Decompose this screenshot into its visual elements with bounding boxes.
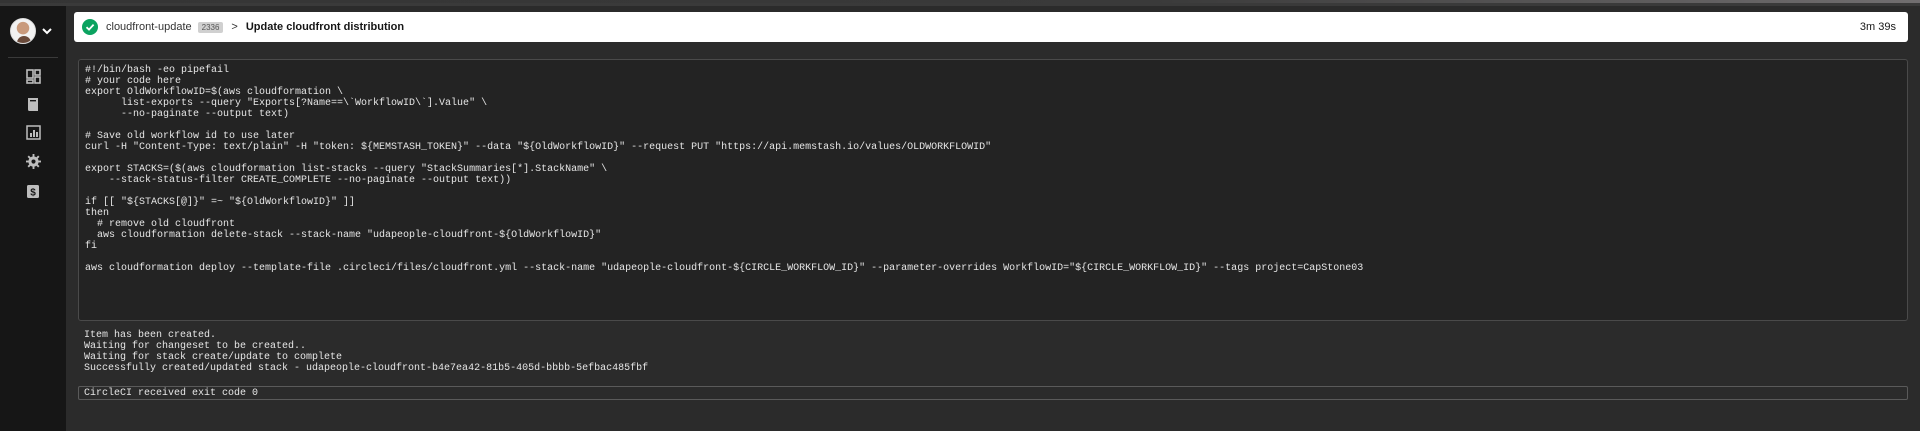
code-line: --no-paginate --output text)	[85, 109, 290, 120]
sidebar-item-docs[interactable]	[24, 95, 42, 113]
code-line: #!/bin/bash -eo pipefail	[85, 65, 230, 76]
code-line: if [[ "${STACKS[@]}" =~ "${OldWorkflowID…	[85, 197, 356, 208]
code-line: list-exports --query "Exports[?Name==\`W…	[85, 98, 488, 109]
code-line: export STACKS=($(aws cloudformation list…	[85, 164, 608, 175]
output-line: Item has been created.	[84, 330, 217, 341]
sidebar: $	[0, 6, 66, 431]
code-line: aws cloudformation deploy --template-fil…	[85, 263, 1364, 274]
gear-icon	[25, 153, 41, 169]
sidebar-item-dashboard[interactable]	[24, 67, 42, 85]
chevron-down-icon[interactable]	[41, 25, 53, 37]
step-duration: 3m 39s	[1859, 21, 1896, 33]
sidebar-divider	[8, 57, 58, 58]
sidebar-item-settings[interactable]	[24, 152, 42, 170]
output-line: Waiting for stack create/update to compl…	[84, 352, 343, 363]
job-number-badge: 2336	[197, 21, 224, 33]
exit-code-line: CircleCI received exit code 0	[78, 386, 1908, 400]
step-panel: cloudfront-update 2336 > Update cloudfro…	[66, 6, 1920, 431]
code-line: curl -H "Content-Type: text/plain" -H "t…	[85, 142, 992, 153]
code-line: aws cloudformation delete-stack --stack-…	[85, 230, 602, 241]
code-line: export OldWorkflowID=$(aws cloudformatio…	[85, 87, 344, 98]
checkmark-icon	[85, 23, 95, 31]
code-line: # remove old cloudfront	[85, 219, 236, 230]
output-line: Waiting for changeset to be created..	[84, 341, 307, 352]
breadcrumb-separator: >	[231, 21, 238, 33]
output-line: Successfully created/updated stack - uda…	[84, 363, 649, 374]
code-line: # your code here	[85, 76, 182, 87]
account-menu[interactable]	[10, 18, 53, 44]
step-header[interactable]: cloudfront-update 2336 > Update cloudfro…	[74, 12, 1908, 42]
job-name[interactable]: cloudfront-update	[106, 21, 192, 33]
code-line: # Save old workflow id to use later	[85, 131, 296, 142]
avatar[interactable]	[10, 18, 36, 44]
dashboard-icon	[25, 68, 41, 84]
code-lines: #!/bin/bash -eo pipefail # your code here…	[85, 65, 1901, 274]
sidebar-item-insights[interactable]	[24, 123, 42, 141]
step-output-log: Item has been created. Waiting for change…	[84, 330, 1904, 374]
code-line: then	[85, 208, 110, 219]
command-code-block[interactable]: #!/bin/bash -eo pipefail # your code here…	[78, 59, 1908, 321]
step-title: Update cloudfront distribution	[245, 21, 405, 33]
exit-code-message: CircleCI received exit code 0	[84, 387, 259, 399]
success-status-icon	[82, 19, 98, 35]
book-icon	[27, 97, 38, 111]
code-line: --stack-status-filter CREATE_COMPLETE --…	[85, 175, 512, 186]
svg-text:$: $	[30, 187, 36, 198]
code-line: fi	[85, 241, 98, 252]
chart-icon	[25, 124, 41, 140]
dollar-icon: $	[27, 184, 39, 198]
sidebar-item-plan[interactable]: $	[24, 182, 42, 200]
